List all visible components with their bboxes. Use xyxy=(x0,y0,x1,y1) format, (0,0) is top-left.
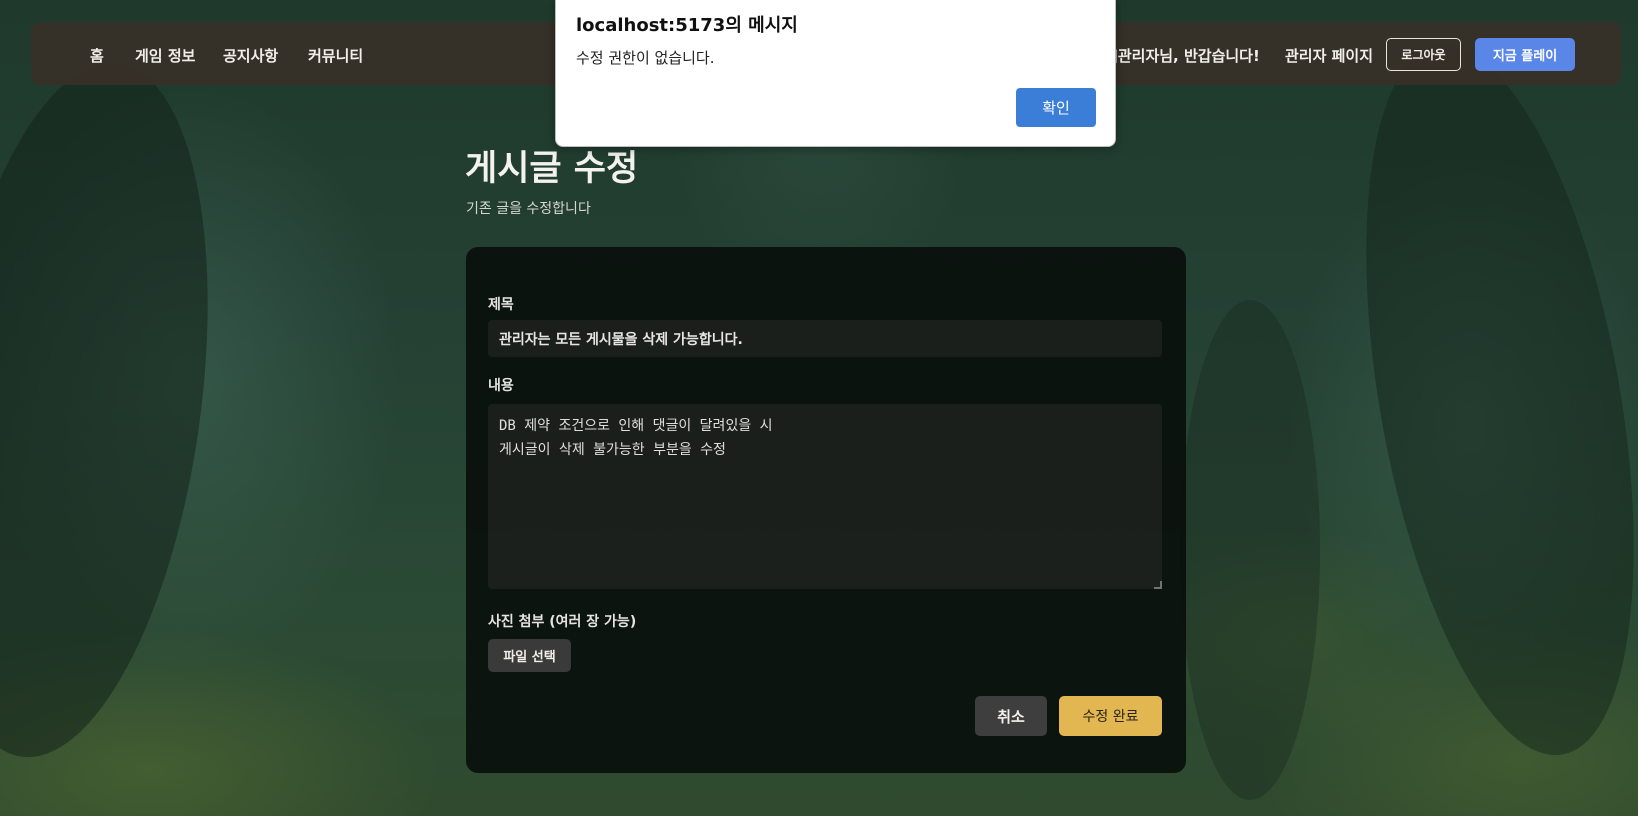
admin-page-link[interactable]: 관리자 페이지 xyxy=(1285,45,1373,66)
attach-label: 사진 첨부 (여러 장 가능) xyxy=(488,614,637,630)
background-tree xyxy=(1319,24,1638,776)
alert-dialog: localhost:5173의 메시지 수정 권한이 없습니다. 확인 xyxy=(555,0,1116,147)
play-now-button[interactable]: 지금 플레이 xyxy=(1475,38,1575,71)
logout-button[interactable]: 로그아웃 xyxy=(1386,38,1461,71)
background-tree xyxy=(1180,300,1320,800)
content-label: 내용 xyxy=(488,378,514,394)
dialog-title: localhost:5173의 메시지 xyxy=(576,15,798,36)
content-textarea[interactable]: DB 제약 조건으로 인해 댓글이 달려있을 시 게시글이 삭제 불가능한 부분… xyxy=(488,404,1162,589)
file-select-button[interactable]: 파일 선택 xyxy=(488,639,571,672)
resize-handle-icon[interactable] xyxy=(1154,581,1162,589)
dialog-ok-button[interactable]: 확인 xyxy=(1016,88,1096,127)
page-subtitle: 기존 글을 수정합니다 xyxy=(466,201,591,217)
dialog-message: 수정 권한이 없습니다. xyxy=(576,49,715,67)
submit-button[interactable]: 수정 완료 xyxy=(1059,696,1162,736)
nav-home[interactable]: 홈 xyxy=(90,45,104,66)
nav-notices[interactable]: 공지사항 xyxy=(223,45,278,66)
nav-community[interactable]: 커뮤니티 xyxy=(308,45,363,66)
background-tree xyxy=(0,45,248,775)
edit-post-form: 제목 내용 DB 제약 조건으로 인해 댓글이 달려있을 시 게시글이 삭제 불… xyxy=(466,247,1186,773)
title-input[interactable] xyxy=(488,320,1162,357)
user-greeting: ]관리자님, 반갑습니다! xyxy=(1111,47,1260,65)
title-label: 제목 xyxy=(488,297,514,313)
nav-game-info[interactable]: 게임 정보 xyxy=(135,45,195,66)
page-title: 게시글 수정 xyxy=(465,149,639,189)
cancel-button[interactable]: 취소 xyxy=(975,696,1047,736)
